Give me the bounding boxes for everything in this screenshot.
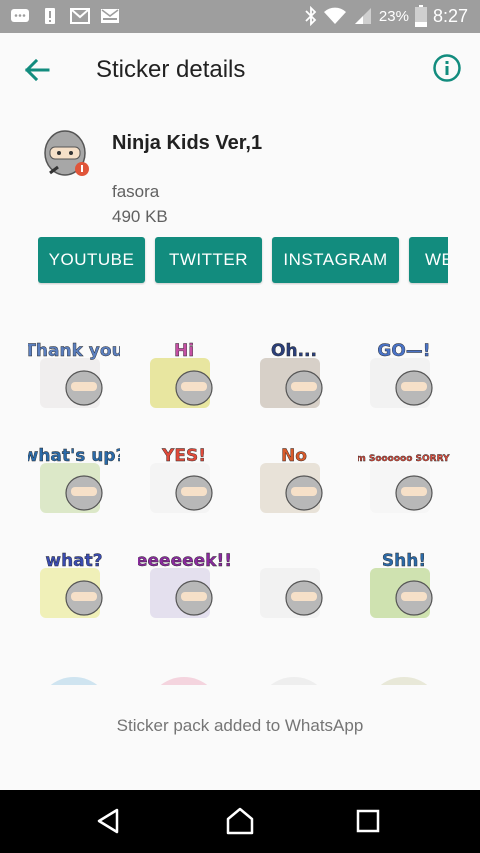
sticker-item[interactable]: Oh...: [248, 330, 340, 422]
twitter-button[interactable]: TWITTER: [155, 237, 262, 283]
sticker-caption: Oh...: [271, 341, 317, 361]
sticker-item[interactable]: No: [248, 435, 340, 527]
sticker-item[interactable]: [358, 665, 450, 685]
sticker-caption: YES!: [161, 446, 206, 466]
sticker-item[interactable]: eeeeeek!!: [138, 540, 230, 632]
instagram-button[interactable]: INSTAGRAM: [272, 237, 399, 283]
sticker-item[interactable]: [28, 665, 120, 685]
navigation-bar: [0, 790, 480, 853]
web-button[interactable]: WE: [409, 237, 448, 283]
sticker-item[interactable]: [248, 540, 340, 632]
notification-icons: [10, 7, 120, 25]
recents-nav-icon[interactable]: [353, 806, 383, 836]
arrow-left-icon[interactable]: [20, 53, 54, 87]
system-indicators: 23% 8:27: [305, 5, 468, 27]
battery-icon: [414, 5, 427, 27]
sticker-caption: No: [281, 446, 307, 466]
messenger-icon: [11, 9, 29, 22]
home-nav-icon[interactable]: [225, 806, 255, 836]
back-nav-icon[interactable]: [93, 806, 123, 836]
sticker-caption: Hi: [174, 341, 194, 361]
page-title: Sticker details: [96, 56, 246, 83]
pack-author: fasora: [112, 182, 160, 201]
sticker-pack-tray-icon: [44, 130, 89, 176]
battery-percentage: 23%: [378, 7, 409, 25]
added-status-message: Sticker pack added to WhatsApp: [116, 716, 364, 735]
pack-size: 490 KB: [112, 207, 168, 226]
sticker-caption: GO—!: [377, 341, 430, 361]
sticker-caption: Shh!: [382, 551, 426, 571]
sticker-item[interactable]: [138, 665, 230, 685]
signal-icon: [354, 8, 371, 24]
app-toolbar: Sticker details: [0, 33, 480, 107]
link-buttons-row: YOUTUBE TWITTER INSTAGRAM WE: [38, 237, 448, 285]
sticker-caption: what's up?: [28, 446, 120, 466]
sticker-grid: Thank you Hi Oh... GO—! what's up? YES! No I'm …: [20, 330, 460, 685]
sticker-caption: I'm Soooooo SORRY!!: [358, 454, 450, 464]
clock: 8:27: [432, 5, 468, 26]
sticker-caption: what?: [45, 551, 102, 571]
sticker-item[interactable]: YES!: [138, 435, 230, 527]
sticker-caption: Thank you: [28, 341, 120, 361]
youtube-button[interactable]: YOUTUBE: [38, 237, 145, 283]
info-icon[interactable]: [432, 53, 462, 83]
sticker-item[interactable]: [248, 665, 340, 685]
notification-icon: [45, 8, 55, 24]
sticker-caption: eeeeeek!!: [138, 551, 230, 571]
bluetooth-icon: [305, 6, 317, 26]
sticker-item[interactable]: Thank you: [28, 330, 120, 422]
pack-name: Ninja Kids Ver,1: [112, 132, 263, 154]
mail-icon: [101, 9, 119, 23]
gmail-icon: [70, 8, 90, 24]
sticker-item[interactable]: what's up?: [28, 435, 120, 527]
sticker-item[interactable]: I'm Soooooo SORRY!!: [358, 435, 450, 527]
wifi-icon: [323, 7, 346, 24]
sticker-item[interactable]: Shh!: [358, 540, 450, 632]
status-bar: 23% 8:27: [0, 0, 480, 33]
sticker-item[interactable]: GO—!: [358, 330, 450, 422]
sticker-item[interactable]: what?: [28, 540, 120, 632]
sticker-item[interactable]: Hi: [138, 330, 230, 422]
